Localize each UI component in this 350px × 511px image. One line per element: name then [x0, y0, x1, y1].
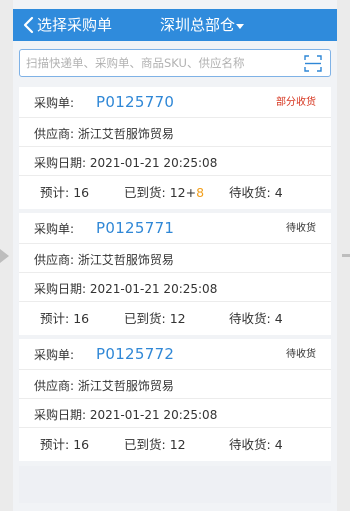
pending-label: 待收货: — [229, 311, 271, 326]
date-value: 2021-01-21 20:25:08 — [89, 156, 218, 170]
expected-stat: 预计: 16 — [40, 437, 89, 453]
supplier-value: 浙江艾哲服饰贸易 — [77, 127, 174, 141]
date-row: 采购日期: 2021-01-21 20:25:08 — [19, 273, 331, 302]
status-badge: 待收货 — [286, 223, 316, 234]
quantity-row: 预计: 16 已到货: 12 待收货: 4 — [19, 302, 331, 335]
po-number: P0125770 — [96, 93, 175, 111]
pending-stat: 待收货: 4 — [229, 185, 283, 201]
order-card[interactable]: 采购单: P0125771 待收货 供应商: 浙江艾哲服饰贸易 采购日期: 20… — [19, 213, 331, 335]
supplier-value: 浙江艾哲服饰贸易 — [77, 379, 174, 393]
expected-label: 预计: — [40, 185, 70, 200]
quantity-row: 预计: 16 已到货: 12+8 待收货: 4 — [19, 176, 331, 209]
received-stat: 已到货: 12 — [124, 311, 186, 327]
pending-value: 4 — [274, 311, 283, 326]
warehouse-selector[interactable]: 深圳总部仓 — [160, 15, 235, 35]
received-value: 12 — [169, 437, 186, 452]
search-bar — [19, 49, 331, 77]
supplier-label: 供应商: — [34, 127, 75, 141]
po-label: 采购单: — [34, 222, 75, 236]
date-label: 采购日期: — [34, 156, 87, 170]
supplier-row: 供应商: 浙江艾哲服饰贸易 — [19, 244, 331, 273]
received-label: 已到货: — [124, 311, 166, 326]
po-row: 采购单: P0125772 待收货 — [19, 339, 331, 370]
expected-value: 16 — [73, 437, 90, 452]
chevron-left-icon[interactable] — [19, 15, 39, 35]
date-label: 采购日期: — [34, 282, 87, 296]
expected-stat: 预计: 16 — [40, 185, 89, 201]
right-nav-indicator — [342, 254, 350, 257]
order-card[interactable]: 采购单: P0125772 待收货 供应商: 浙江艾哲服饰贸易 采购日期: 20… — [19, 339, 331, 461]
status-badge: 待收货 — [286, 349, 316, 360]
pending-stat: 待收货: 4 — [229, 437, 283, 453]
pending-label: 待收货: — [229, 437, 271, 452]
date-value: 2021-01-21 20:25:08 — [89, 282, 218, 296]
received-label: 已到货: — [124, 185, 166, 200]
supplier-row: 供应商: 浙江艾哲服饰贸易 — [19, 118, 331, 147]
expected-label: 预计: — [40, 311, 70, 326]
received-value: 12 — [169, 311, 186, 326]
app-screen: 选择采购单 深圳总部仓 采购单: P0125770 部分收货 供应商: 浙江艾哲… — [13, 0, 337, 511]
supplier-row: 供应商: 浙江艾哲服饰贸易 — [19, 370, 331, 399]
po-number: P0125772 — [96, 345, 175, 363]
received-label: 已到货: — [124, 437, 166, 452]
po-number: P0125771 — [96, 219, 175, 237]
po-label: 采购单: — [34, 348, 75, 362]
date-row: 采购日期: 2021-01-21 20:25:08 — [19, 147, 331, 176]
pending-value: 4 — [274, 185, 283, 200]
received-value: 12 — [169, 185, 186, 200]
po-row: 采购单: P0125771 待收货 — [19, 213, 331, 244]
pending-label: 待收货: — [229, 185, 271, 200]
received-extra-value: 8 — [196, 185, 205, 200]
expected-value: 16 — [73, 185, 90, 200]
pending-value: 4 — [274, 437, 283, 452]
supplier-value: 浙江艾哲服饰贸易 — [77, 253, 174, 267]
list-bottom-area — [19, 466, 331, 503]
received-stat: 已到货: 12 — [124, 437, 186, 453]
quantity-row: 预计: 16 已到货: 12 待收货: 4 — [19, 428, 331, 461]
expected-label: 预计: — [40, 437, 70, 452]
scan-icon[interactable] — [304, 55, 322, 72]
date-value: 2021-01-21 20:25:08 — [89, 408, 218, 422]
date-row: 采购日期: 2021-01-21 20:25:08 — [19, 399, 331, 428]
received-stat: 已到货: 12+8 — [124, 185, 204, 201]
pending-stat: 待收货: 4 — [229, 311, 283, 327]
order-card[interactable]: 采购单: P0125770 部分收货 供应商: 浙江艾哲服饰贸易 采购日期: 2… — [19, 87, 331, 209]
po-label: 采购单: — [34, 96, 75, 110]
plus-sign: + — [185, 185, 197, 200]
po-row: 采购单: P0125770 部分收货 — [19, 87, 331, 118]
expected-value: 16 — [73, 311, 90, 326]
search-input[interactable] — [26, 53, 298, 73]
date-label: 采购日期: — [34, 408, 87, 422]
page-title: 选择采购单 — [37, 16, 113, 34]
status-badge: 部分收货 — [276, 97, 316, 108]
supplier-label: 供应商: — [34, 253, 75, 267]
supplier-label: 供应商: — [34, 379, 75, 393]
left-nav-arrow-icon — [0, 249, 9, 263]
header-bar: 选择采购单 深圳总部仓 — [13, 9, 337, 41]
expected-stat: 预计: 16 — [40, 311, 89, 327]
caret-down-icon[interactable] — [236, 24, 244, 29]
